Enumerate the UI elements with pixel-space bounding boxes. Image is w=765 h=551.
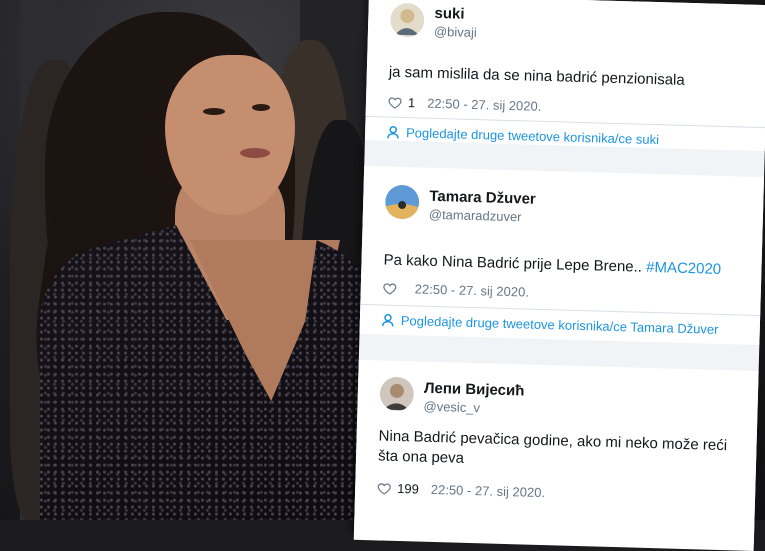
tweet-timestamp[interactable]: 22:50 - 27. sij 2020. — [431, 482, 546, 500]
tweet-meta: 1 22:50 - 27. sij 2020. — [388, 95, 542, 114]
woman-eye — [203, 108, 225, 115]
tweet-meta: 199 22:50 - 27. sij 2020. — [377, 480, 545, 500]
woman-lips — [240, 148, 270, 158]
tweets-panel: suki @bivaji ja sam mislila da se nina b… — [353, 0, 765, 551]
tweet-card: Лепи Вијесић @vesic_v Nina Badrić pevači… — [353, 359, 759, 551]
avatar[interactable] — [384, 185, 420, 220]
tweet-text: Pa kako Nina Badrić prije Lepe Brene.. #… — [383, 251, 743, 281]
woman-eye — [252, 104, 270, 111]
like-count: 1 — [407, 95, 416, 111]
tweet-author-name[interactable]: Лепи Вијесић — [424, 380, 525, 400]
tweet-text-body: Pa kako Nina Badrić prije Lepe Brene.. — [383, 251, 643, 276]
tweet-card: Tamara Džuver @tamaradzuver Pa kako Nina… — [359, 165, 765, 346]
tweet-author-name[interactable]: suki — [434, 5, 464, 23]
tweet-author-name[interactable]: Tamara Džuver — [429, 188, 536, 208]
like-count: 199 — [396, 480, 420, 497]
tweet-text: ja sam mislila da se nina badrić penzion… — [388, 63, 685, 89]
tweet-author-handle[interactable]: @bivaji — [434, 24, 477, 40]
person-icon — [381, 313, 394, 327]
more-tweets-label: Pogledajte druge tweetove korisnika/ce s… — [405, 125, 660, 148]
tweet-timestamp[interactable]: 22:50 - 27. sij 2020. — [427, 96, 542, 114]
more-tweets-link[interactable]: Pogledajte druge tweetove korisnika/ce s… — [387, 125, 660, 148]
heart-icon[interactable] — [383, 281, 397, 295]
avatar[interactable] — [390, 3, 425, 38]
tweet-card: suki @bivaji ja sam mislila da se nina b… — [364, 0, 765, 152]
heart-icon[interactable] — [377, 481, 391, 495]
more-tweets-link[interactable]: Pogledajte druge tweetove korisnika/ce T… — [381, 312, 719, 337]
tweet-meta: 22:50 - 27. sij 2020. — [383, 281, 530, 300]
tweet-timestamp[interactable]: 22:50 - 27. sij 2020. — [415, 281, 530, 299]
heart-icon[interactable] — [388, 95, 402, 109]
person-icon — [387, 125, 399, 139]
tweet-author-handle[interactable]: @vesic_v — [423, 399, 480, 416]
avatar[interactable] — [379, 376, 414, 411]
tweet-text: Nina Badrić pevačica godine, ako mi neko… — [377, 427, 728, 467]
hashtag-link[interactable]: #MAC2020 — [646, 259, 721, 278]
tweet-author-handle[interactable]: @tamaradzuver — [429, 207, 522, 225]
more-tweets-label: Pogledajte druge tweetove korisnika/ce T… — [400, 313, 719, 337]
